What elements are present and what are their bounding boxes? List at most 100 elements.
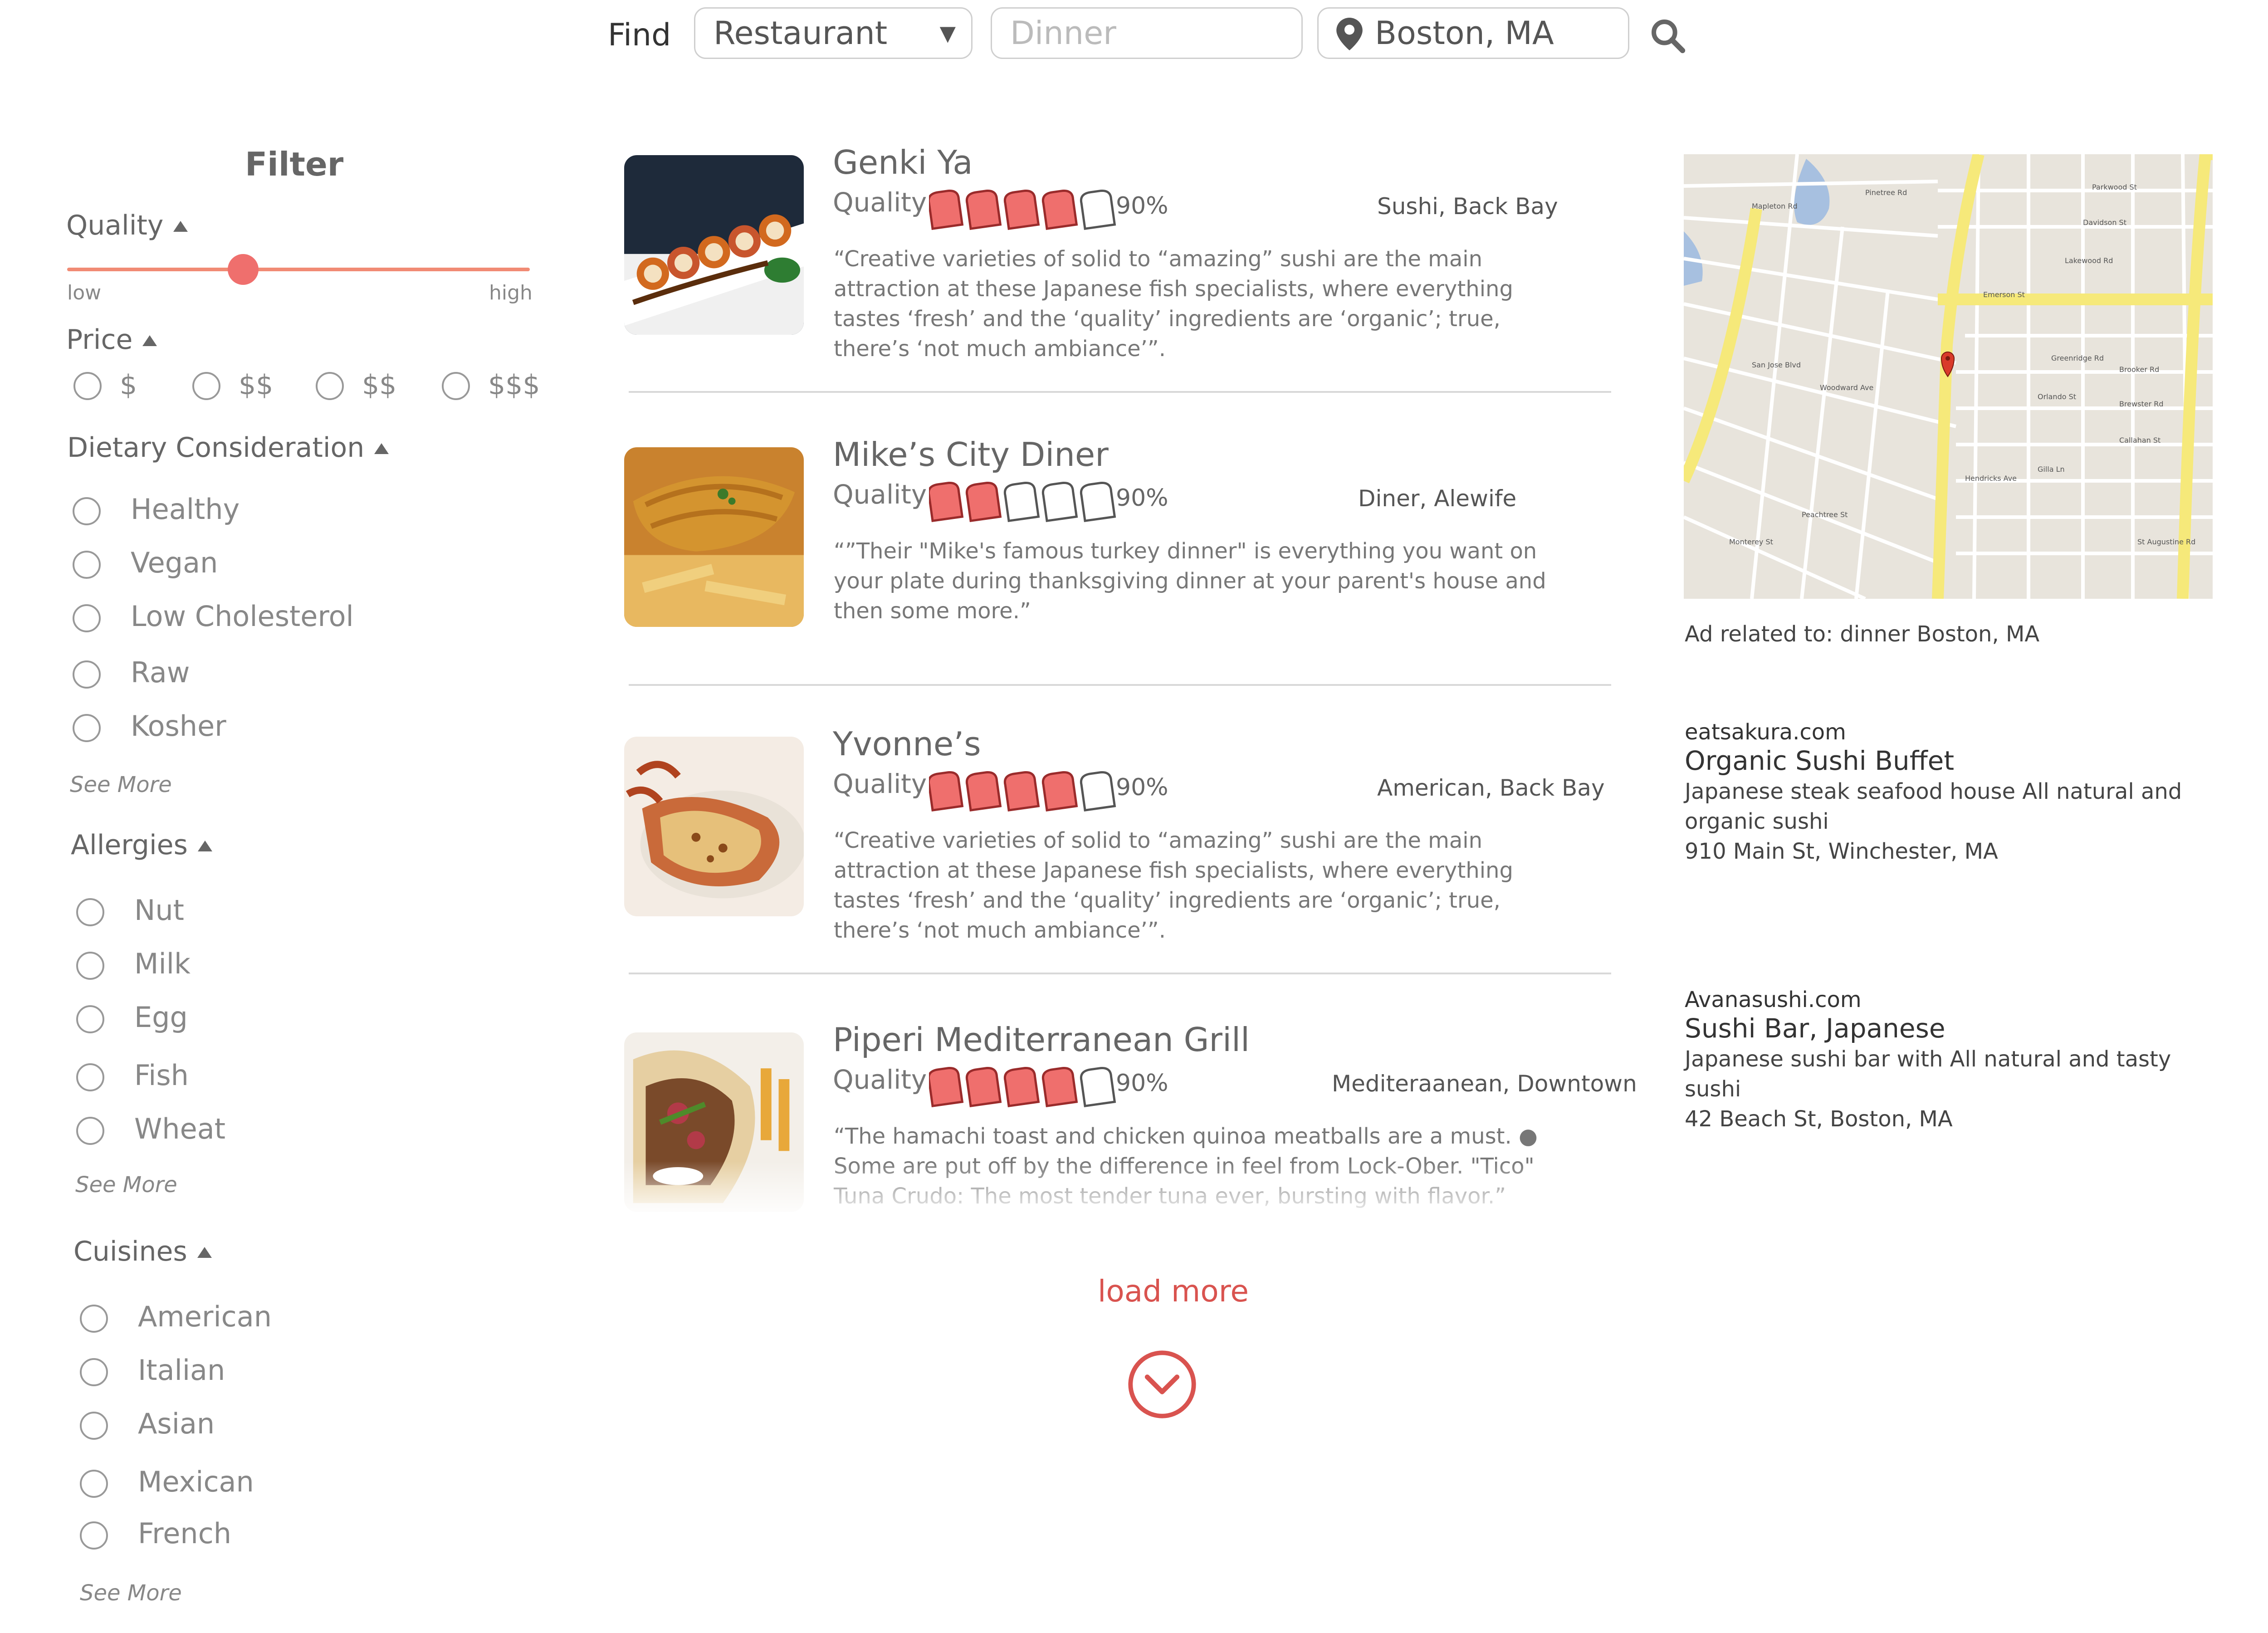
radio-button[interactable] (73, 604, 101, 632)
chevron-down-circle-icon[interactable] (1125, 1347, 1199, 1422)
cuisine-option-label[interactable]: Italian (138, 1354, 225, 1387)
dietary-option-label[interactable]: Kosher (131, 709, 226, 743)
restaurant-name[interactable]: Genki Ya (833, 143, 973, 181)
price-option-label[interactable]: $ (120, 369, 137, 401)
allergy-option-label[interactable]: Milk (134, 947, 191, 980)
fried-fish-image (624, 447, 804, 627)
collapse-triangle-icon (374, 443, 389, 454)
search-term-input[interactable]: Dinner (991, 7, 1303, 59)
radio-button[interactable] (80, 1521, 108, 1550)
filter-title: Filter (245, 145, 344, 183)
rating-toast-filled-icon (965, 190, 1002, 230)
radio-button[interactable] (76, 952, 104, 980)
quality-percent: 90% (1116, 1070, 1168, 1097)
result-thumbnail[interactable] (624, 155, 804, 335)
ad-title[interactable]: Organic Sushi Buffet (1685, 745, 2220, 777)
rating-toast-empty-icon (1080, 482, 1116, 523)
allergy-option-label[interactable]: Egg (134, 1001, 188, 1034)
cuisines-title-text: Cuisines (73, 1236, 187, 1267)
dietary-option-label[interactable]: Healthy (131, 493, 240, 526)
category-select[interactable]: Restaurant ▼ (694, 7, 973, 59)
map-street-label: San Jose Blvd (1752, 361, 1801, 369)
radio-button[interactable] (76, 1117, 104, 1145)
radio-button[interactable] (73, 714, 101, 742)
map-street-label: Gilla Ln (2038, 465, 2065, 474)
ad-domain[interactable]: Avanasushi.com (1685, 987, 2220, 1012)
see-more-link[interactable]: See More (75, 1172, 177, 1198)
rating-stars (929, 1067, 1116, 1108)
rating-toast-empty-icon (1041, 482, 1078, 523)
radio-button[interactable] (80, 1412, 108, 1440)
rating-toast-filled-icon (1003, 1067, 1040, 1108)
quality-title-text: Quality (66, 210, 164, 241)
ad-item[interactable]: eatsakura.com Organic Sushi Buffet Japan… (1685, 719, 2220, 866)
cuisine-option-label[interactable]: French (138, 1517, 231, 1550)
location-input[interactable]: Boston, MA (1317, 7, 1629, 59)
restaurant-name[interactable]: Yvonne’s (833, 725, 981, 763)
price-option-label[interactable]: $$ (362, 369, 396, 401)
price-section-title[interactable]: Price (66, 324, 157, 356)
price-option-label[interactable]: $$ (239, 369, 273, 401)
radio-button[interactable] (80, 1358, 108, 1386)
ad-description: Japanese steak seafood house All natural… (1685, 779, 2182, 834)
restaurant-name[interactable]: Mike’s City Diner (833, 435, 1109, 474)
allergy-option-label[interactable]: Wheat (134, 1112, 225, 1145)
dietary-option-label[interactable]: Raw (131, 656, 190, 689)
result-thumbnail[interactable] (624, 447, 804, 627)
see-more-link[interactable]: See More (70, 772, 172, 797)
ad-domain[interactable]: eatsakura.com (1685, 719, 2220, 745)
allergy-option-label[interactable]: Fish (134, 1059, 189, 1092)
rating-toast-filled-icon (965, 1067, 1002, 1108)
quality-section-title[interactable]: Quality (66, 210, 188, 241)
allergy-option-label[interactable]: Nut (134, 894, 184, 927)
restaurant-name[interactable]: Piperi Mediterranean Grill (833, 1021, 1250, 1059)
radio-button[interactable] (76, 1005, 104, 1033)
quality-label: Quality (833, 479, 927, 510)
radio-button[interactable] (442, 372, 470, 400)
restaurant-category: Diner, Alewife (1358, 485, 1517, 512)
quality-slider-handle[interactable] (227, 254, 259, 285)
rating-toast-filled-icon (965, 482, 1002, 523)
map[interactable]: Emerson St Parkwood St Davidson St Lakew… (1684, 154, 2213, 599)
rating-toast-filled-icon (929, 190, 964, 230)
search-icon[interactable] (1649, 17, 1686, 54)
price-option-label[interactable]: $$$ (488, 369, 540, 401)
cuisine-option-label[interactable]: American (138, 1300, 272, 1333)
radio-button[interactable] (80, 1305, 108, 1333)
cuisine-option-label[interactable]: Mexican (138, 1465, 254, 1498)
allergies-section-title[interactable]: Allergies (71, 829, 212, 861)
dietary-option-label[interactable]: Low Cholesterol (131, 600, 354, 633)
result-thumbnail[interactable] (624, 737, 804, 916)
map-street-label: St Augustine Rd (2137, 538, 2195, 546)
dietary-section-title[interactable]: Dietary Consideration (67, 432, 389, 464)
load-more-button[interactable]: load more (1098, 1274, 1249, 1309)
radio-button[interactable] (73, 551, 101, 579)
radio-button[interactable] (76, 898, 104, 926)
ad-description: Japanese sushi bar with All natural and … (1685, 1046, 2171, 1102)
result-item[interactable]: Yvonne’s Quality 90% American, Back Bay … (624, 725, 1622, 943)
dietary-option-label[interactable]: Vegan (131, 546, 218, 579)
dropdown-arrow-icon: ▼ (939, 21, 956, 45)
radio-button[interactable] (76, 1063, 104, 1091)
radio-button[interactable] (73, 497, 101, 525)
radio-button[interactable] (73, 372, 102, 400)
radio-button[interactable] (316, 372, 344, 400)
see-more-link[interactable]: See More (80, 1580, 182, 1606)
allergies-title-text: Allergies (71, 829, 188, 861)
collapse-triangle-icon (197, 841, 212, 851)
ad-item[interactable]: Avanasushi.com Sushi Bar, Japanese Japan… (1685, 987, 2220, 1134)
radio-button[interactable] (80, 1470, 108, 1498)
ad-title[interactable]: Sushi Bar, Japanese (1685, 1012, 2220, 1044)
map-street-label: Brooker Rd (2119, 365, 2159, 374)
radio-button[interactable] (73, 660, 101, 689)
radio-button[interactable] (192, 372, 220, 400)
quality-slider-track[interactable] (67, 268, 530, 271)
cuisine-option-label[interactable]: Asian (138, 1407, 215, 1440)
result-item[interactable]: Genki Ya Quality 90% Sushi, Back Bay “Cr… (624, 143, 1622, 362)
sushi-image (624, 155, 804, 335)
result-item[interactable]: Mike’s City Diner Quality 90% Diner, Ale… (624, 435, 1622, 638)
restaurant-description: “Creative varieties of solid to “amazing… (834, 246, 1513, 362)
rating-toast-filled-icon (1003, 190, 1040, 230)
map-street-label: Parkwood St (2092, 183, 2137, 191)
cuisines-section-title[interactable]: Cuisines (73, 1236, 212, 1267)
